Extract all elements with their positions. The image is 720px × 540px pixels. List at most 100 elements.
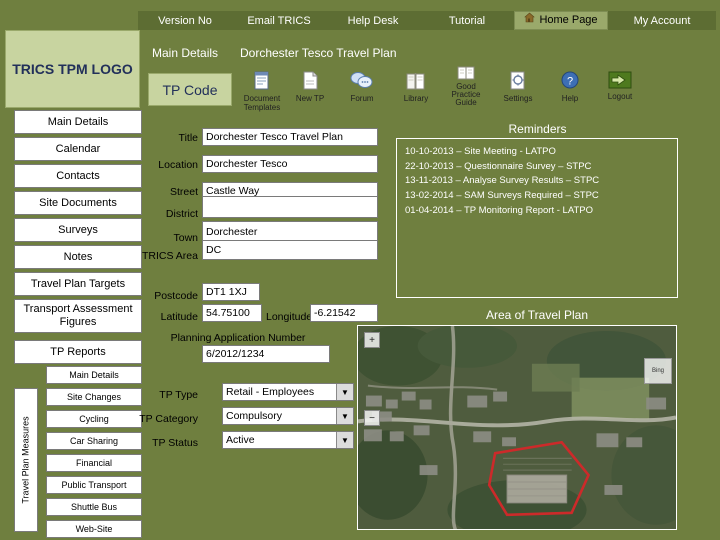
tp-type-label: TP Type [159,389,198,401]
document-icon [251,70,273,94]
map-panel[interactable]: + − Bing [357,325,677,530]
measure-shuttle-bus-label: Shuttle Bus [70,502,118,512]
location-field[interactable]: Dorchester Tesco [202,155,378,173]
district-field[interactable] [202,196,378,218]
measure-financial[interactable]: Financial [46,454,142,472]
chevron-down-icon[interactable]: ▼ [336,432,353,448]
tp-type-value: Retail - Employees [226,386,315,398]
sidebar-item-notes-label: Notes [63,251,93,263]
logout-icon [607,70,633,92]
measure-site-changes-label: Site Changes [66,392,122,402]
map-imagery [358,326,676,529]
toolbar-help[interactable]: ? Help [548,70,592,108]
tab-help-desk[interactable]: Help Desk [326,11,420,30]
sidebar-item-main-details-label: Main Details [47,116,109,128]
toolbar-document-templates-label: Document Templates [243,94,281,112]
map-title: Area of Travel Plan [485,308,589,322]
map-provider-logo-text: Bing [651,368,664,374]
longitude-field[interactable]: -6.21542 [310,304,378,322]
sidebar-item-calendar[interactable]: Calendar [14,137,142,161]
settings-icon [507,70,529,94]
map-provider-logo: Bing [644,358,672,384]
tab-home-page[interactable]: Home Page [514,11,608,30]
sidebar-item-contacts[interactable]: Contacts [14,164,142,188]
toolbar-library-label: Library [403,94,429,104]
sidebar-item-site-documents[interactable]: Site Documents [14,191,142,215]
application-logo: TRICS TPM LOGO [5,30,140,108]
sidebar-item-tp-reports-label: TP Reports [50,346,106,358]
tp-category-label: TP Category [139,413,198,425]
postcode-field[interactable]: DT1 1XJ [202,283,260,301]
sidebar-item-site-documents-label: Site Documents [39,197,117,209]
sidebar-item-surveys[interactable]: Surveys [14,218,142,242]
tab-my-account[interactable]: My Account [608,11,716,30]
latitude-field[interactable]: 54.75100 [202,304,262,322]
tab-version-no[interactable]: Version No [138,11,232,30]
title-label: Title [178,132,198,144]
toolbar-document-templates[interactable]: Document Templates [238,70,286,111]
travel-plan-measures-label: Travel Plan Measures [14,388,38,532]
title-field[interactable]: Dorchester Tesco Travel Plan [202,128,378,146]
tp-status-select[interactable]: Active ▼ [222,431,354,449]
logo-text: TRICS TPM LOGO [12,60,133,77]
trics-area-field[interactable]: DC [202,240,378,260]
sidebar-item-main-details[interactable]: Main Details [14,110,142,134]
toolbar-good-practice-guide-label: Good Practice Guide [451,82,481,108]
reminder-item: 10-10-2013 – Site Meeting - LATPO [405,146,556,157]
measure-public-transport-label: Public Transport [61,480,127,490]
map-zoom-out-button[interactable]: − [364,410,380,426]
tp-code-label: TP Code [162,81,218,98]
map-zoom-in-button[interactable]: + [364,332,380,348]
sidebar-item-travel-plan-targets-label: Travel Plan Targets [30,278,126,290]
sidebar-item-calendar-label: Calendar [55,143,101,155]
location-label: Location [158,159,198,171]
measure-car-sharing-label: Car Sharing [69,436,119,446]
tab-tutorial[interactable]: Tutorial [420,11,514,30]
measure-main-details[interactable]: Main Details [46,366,142,384]
library-icon [404,70,428,94]
sidebar-item-surveys-label: Surveys [58,224,98,236]
sidebar-item-tp-reports[interactable]: TP Reports [14,340,142,364]
tp-category-select[interactable]: Compulsory ▼ [222,407,354,425]
reminder-item: 13-11-2013 – Analyse Survey Results – ST… [405,175,600,187]
tab-home-page-label: Home Page [539,14,598,26]
sidebar-item-transport-assessment-figures[interactable]: Transport Assessment Figures [14,299,142,333]
latitude-label: Latitude [160,311,198,323]
tp-status-label: TP Status [152,437,198,449]
chevron-down-icon[interactable]: ▼ [336,384,353,400]
tp-code-button[interactable]: TP Code [148,73,232,106]
toolbar-library[interactable]: Library [394,70,438,108]
sidebar-item-contacts-label: Contacts [56,170,100,182]
trics-tpm-application: Version No Email TRICS Help Desk Tutoria… [0,0,720,540]
reminders-panel: 10-10-2013 – Site Meeting - LATPO 22-10-… [396,138,678,298]
measure-cycling-label: Cycling [79,414,109,424]
trics-area-label: TRICS Area [141,250,198,262]
town-label: Town [173,232,198,244]
sidebar-item-transport-assessment-figures-label: Transport Assessment Figures [23,303,133,328]
measure-public-transport[interactable]: Public Transport [46,476,142,494]
help-icon: ? [559,70,581,94]
planning-application-number-field[interactable]: 6/2012/1234 [202,345,330,363]
toolbar-logout-label: Logout [607,92,633,102]
measure-financial-label: Financial [75,458,113,468]
toolbar-forum[interactable]: Forum [340,70,384,108]
toolbar-good-practice-guide[interactable]: Good Practice Guide [444,66,488,108]
measure-car-sharing[interactable]: Car Sharing [46,432,142,450]
toolbar-help-label: Help [561,94,579,104]
measure-web-site-label: Web-Site [75,524,113,534]
toolbar-logout[interactable]: Logout [598,70,642,108]
sidebar-item-travel-plan-targets[interactable]: Travel Plan Targets [14,272,142,296]
measure-site-changes[interactable]: Site Changes [46,388,142,406]
tp-type-select[interactable]: Retail - Employees ▼ [222,383,354,401]
measure-shuttle-bus[interactable]: Shuttle Bus [46,498,142,516]
street-label: Street [169,186,198,198]
toolbar-new-tp[interactable]: New TP [290,70,330,108]
chevron-down-icon[interactable]: ▼ [336,408,353,424]
planning-application-number-label: Planning Application Number [170,332,306,344]
reminders-title: Reminders [508,122,567,136]
tab-email-trics[interactable]: Email TRICS [232,11,326,30]
measure-web-site[interactable]: Web-Site [46,520,142,538]
map-zoom-out-label: − [369,412,375,424]
header-section-label: Main Details [152,46,219,60]
toolbar-settings[interactable]: Settings [496,70,540,108]
